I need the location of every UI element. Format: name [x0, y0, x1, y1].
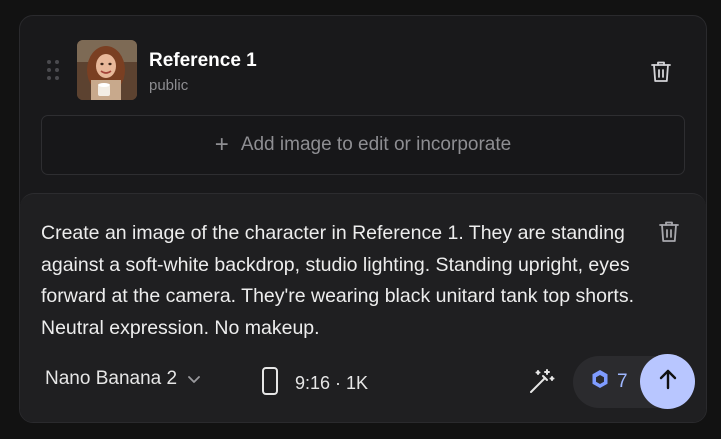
reference-panel: Reference 1 public + Add image to edit o…: [19, 15, 707, 423]
add-image-button[interactable]: + Add image to edit or incorporate: [41, 115, 685, 175]
chevron-down-icon: [187, 368, 201, 390]
reference-visibility: public: [149, 77, 189, 94]
add-image-label: Add image to edit or incorporate: [240, 134, 512, 155]
reference-thumbnail[interactable]: [77, 40, 137, 100]
credit-value: 7: [617, 371, 628, 392]
send-button[interactable]: [640, 354, 695, 409]
prompt-textarea[interactable]: Create an image of the character in Refe…: [41, 218, 641, 344]
clear-prompt-trash-icon[interactable]: [658, 220, 680, 244]
reference-title: Reference 1: [149, 50, 257, 71]
model-select[interactable]: Nano Banana 2: [45, 368, 201, 390]
delete-reference-trash-icon[interactable]: [650, 60, 672, 84]
drag-handle-icon[interactable]: [47, 60, 59, 80]
arrow-up-icon: [657, 367, 679, 396]
aspect-label: 9:16 · 1K: [295, 373, 369, 393]
credit-hexagon-icon: [591, 369, 609, 395]
plus-icon: +: [214, 131, 229, 158]
aspect-ratio-select[interactable]: 9:16 · 1K: [261, 366, 368, 401]
credit-count: 7: [591, 356, 628, 408]
portrait-phone-icon: [261, 366, 279, 401]
magic-wand-icon[interactable]: [527, 368, 555, 396]
model-label: Nano Banana 2: [45, 368, 178, 389]
reference-row: Reference 1 public: [20, 16, 706, 112]
prompt-composer: Create an image of the character in Refe…: [20, 193, 706, 422]
